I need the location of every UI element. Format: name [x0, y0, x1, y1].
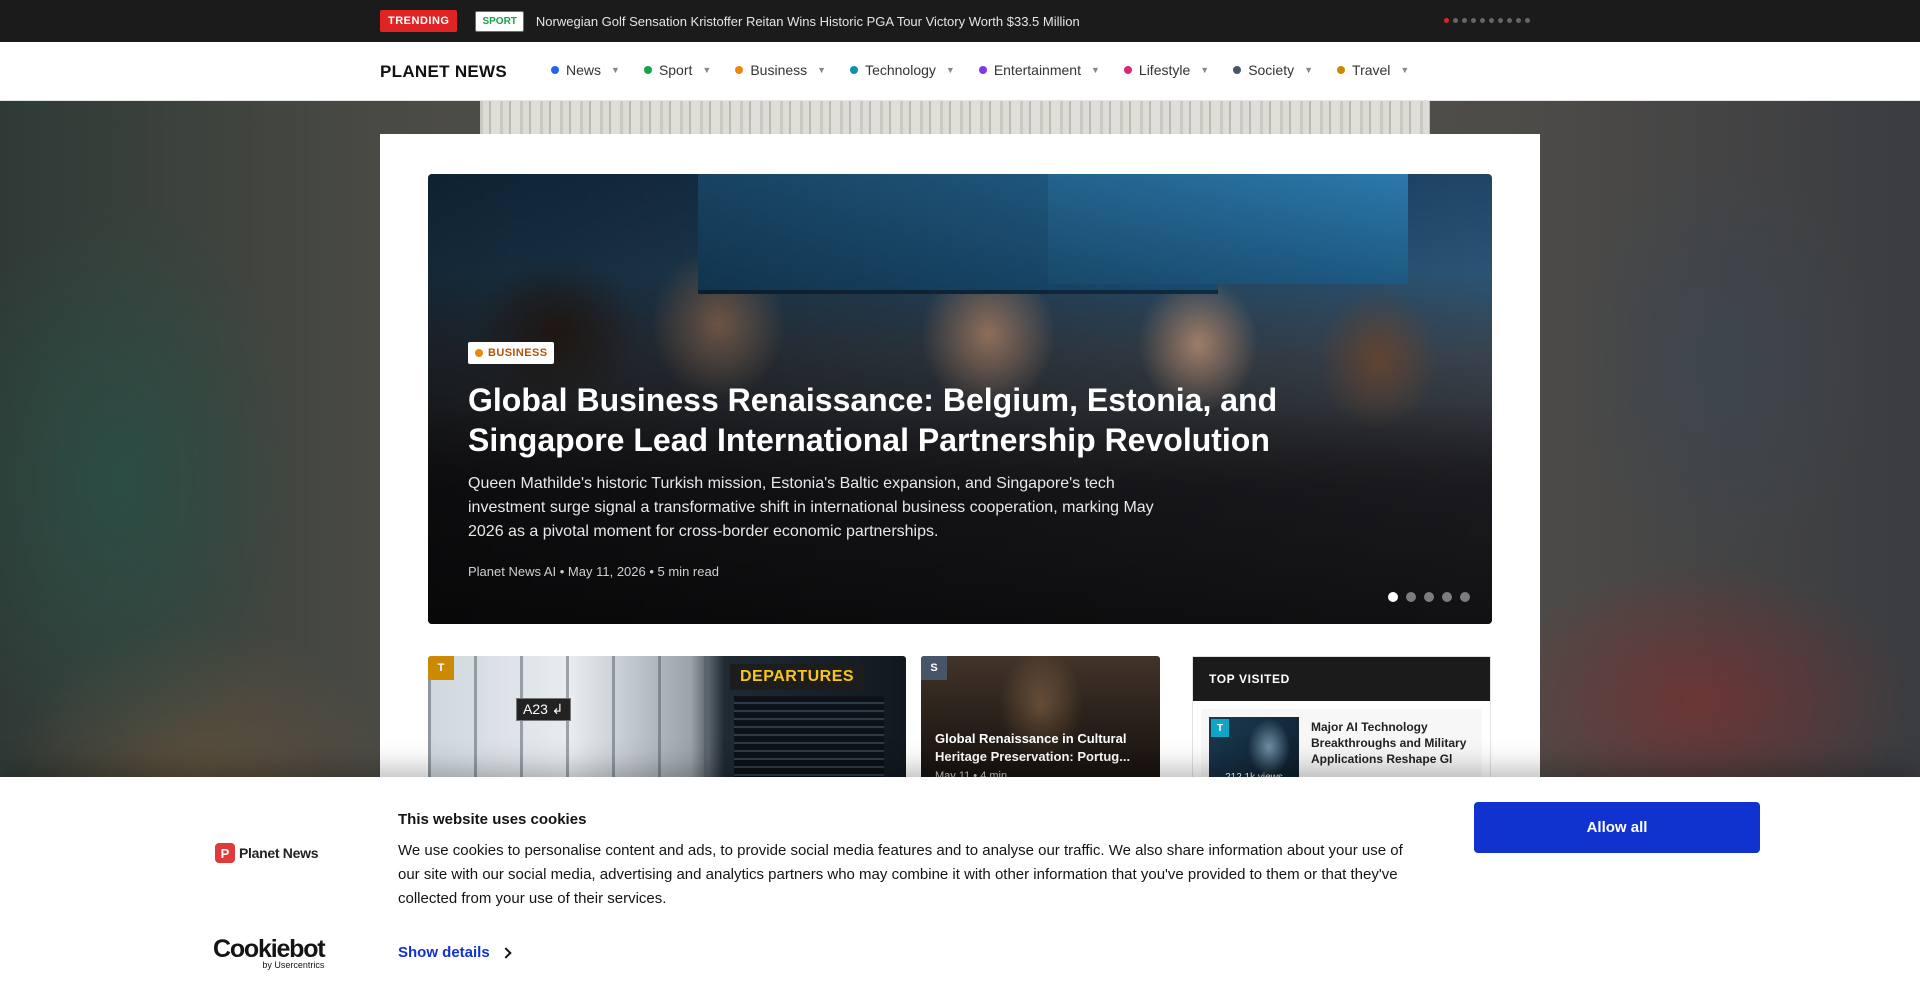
show-details-label: Show details — [398, 944, 490, 961]
cookie-brand-name: Planet News — [239, 845, 319, 861]
hero-slider[interactable]: BUSINESS Global Business Renaissance: Be… — [428, 174, 1492, 624]
chevron-down-icon: ▼ — [1400, 65, 1410, 75]
ticker-dot[interactable] — [1489, 18, 1494, 23]
nav-item-label: Technology — [865, 62, 936, 78]
trending-ticker: TRENDING SPORT Norwegian Golf Sensation … — [0, 0, 1920, 42]
nav-dot-icon — [735, 66, 744, 74]
cookie-consent-banner: P Planet News Cookiebot by Usercentrics … — [0, 777, 1920, 993]
hero-slide-dot[interactable] — [1406, 592, 1416, 602]
trending-badge: TRENDING — [380, 10, 458, 32]
nav-item-society[interactable]: Society ▼ — [1233, 62, 1313, 78]
main-navbar: PLANET NEWS News ▼ Sport ▼ Business ▼ Technolo… — [0, 42, 1920, 101]
nav-dot-icon — [1233, 66, 1242, 74]
cookie-title: This website uses cookies — [398, 811, 587, 828]
nav-dot-icon — [978, 66, 987, 74]
nav-item-news[interactable]: News ▼ — [551, 62, 620, 78]
nav-item-sport[interactable]: Sport ▼ — [643, 62, 712, 78]
hero-slide-dot[interactable] — [1424, 592, 1434, 602]
chevron-down-icon: ▼ — [1304, 65, 1314, 75]
nav-item-entertainment[interactable]: Entertainment ▼ — [978, 62, 1100, 78]
card-title: Global Renaissance in Cultural Heritage … — [935, 731, 1131, 764]
hero-category-label: BUSINESS — [488, 347, 548, 359]
ticker-dot[interactable] — [1453, 18, 1458, 23]
planet-news-logo-icon: P — [215, 843, 235, 863]
cookiebot-logo-text: Cookiebot — [213, 935, 326, 963]
ticker-dot[interactable] — [1480, 18, 1485, 23]
chevron-down-icon: ▼ — [817, 65, 827, 75]
ticker-headline-link[interactable]: Norwegian Golf Sensation Kristoffer Reit… — [536, 14, 1080, 29]
chevron-down-icon: ▼ — [945, 65, 955, 75]
top-visited-title: Major AI Technology Breakthroughs and Mi… — [1311, 720, 1467, 766]
chevron-down-icon: ▼ — [611, 65, 620, 75]
departures-sign: DEPARTURES — [730, 664, 865, 690]
cookiebot-logo: Cookiebot by Usercentrics — [213, 935, 326, 971]
nav-item-label: Society — [1248, 62, 1295, 78]
nav-item-travel[interactable]: Travel ▼ — [1337, 62, 1409, 78]
nav-item-label: News — [566, 62, 602, 78]
ticker-dot[interactable] — [1444, 18, 1449, 23]
nav-item-label: Travel — [1352, 62, 1391, 78]
hero-category-badge[interactable]: BUSINESS — [468, 342, 555, 364]
nav-menu: News ▼ Sport ▼ Business ▼ Technology ▼ Entertain… — [551, 62, 1433, 78]
ticker-dot[interactable] — [1462, 18, 1467, 23]
nav-dot-icon — [850, 66, 859, 74]
ticker-dot[interactable] — [1498, 18, 1503, 23]
ticker-category-badge[interactable]: SPORT — [475, 10, 524, 32]
hero-pagination — [1388, 592, 1470, 602]
nav-item-business[interactable]: Business ▼ — [735, 62, 826, 78]
nav-item-technology[interactable]: Technology ▼ — [850, 62, 955, 78]
newspaper-background — [480, 101, 1430, 135]
ticker-pagination — [1444, 18, 1530, 23]
hero-meta: Planet News AI • May 11, 2026 • 5 min re… — [468, 564, 719, 579]
category-dot-icon — [475, 349, 483, 357]
top-visited-heading: TOP VISITED — [1193, 657, 1490, 701]
nav-item-label: Sport — [658, 62, 693, 78]
site-logo[interactable]: PLANET NEWS — [380, 62, 507, 82]
nav-item-label: Business — [750, 62, 808, 78]
hero-title[interactable]: Global Business Renaissance: Belgium, Es… — [468, 380, 1368, 460]
card-category-tag: T — [428, 656, 454, 680]
nav-item-label: Lifestyle — [1138, 62, 1191, 78]
nav-dot-icon — [551, 66, 559, 74]
chevron-right-icon — [500, 946, 512, 959]
gate-sign: A23 ↲ — [516, 698, 571, 721]
cookie-description: We use cookies to personalise content an… — [398, 842, 1403, 907]
nav-dot-icon — [643, 66, 652, 74]
ticker-dot[interactable] — [1525, 18, 1530, 23]
hero-slide-dot[interactable] — [1442, 592, 1452, 602]
nav-dot-icon — [1123, 66, 1132, 74]
chevron-down-icon: ▼ — [1090, 65, 1100, 75]
show-details-link[interactable]: Show details — [398, 944, 512, 961]
allow-all-button[interactable]: Allow all — [1474, 802, 1760, 853]
hero-slide-dot[interactable] — [1388, 592, 1398, 602]
cookie-brand-logo: P Planet News — [215, 843, 318, 863]
ticker-dot[interactable] — [1516, 18, 1521, 23]
chevron-down-icon: ▼ — [1200, 65, 1210, 75]
nav-dot-icon — [1337, 66, 1346, 74]
hero-slide-dot[interactable] — [1460, 592, 1470, 602]
chevron-down-icon: ▼ — [702, 65, 712, 75]
nav-item-label: Entertainment — [993, 62, 1081, 78]
card-category-tag: T — [1211, 719, 1229, 737]
ticker-dot[interactable] — [1507, 18, 1512, 23]
card-category-tag: S — [921, 656, 947, 680]
ticker-dot[interactable] — [1471, 18, 1476, 23]
hero-description: Queen Mathilde's historic Turkish missio… — [468, 475, 1154, 540]
nav-item-lifestyle[interactable]: Lifestyle ▼ — [1123, 62, 1210, 78]
